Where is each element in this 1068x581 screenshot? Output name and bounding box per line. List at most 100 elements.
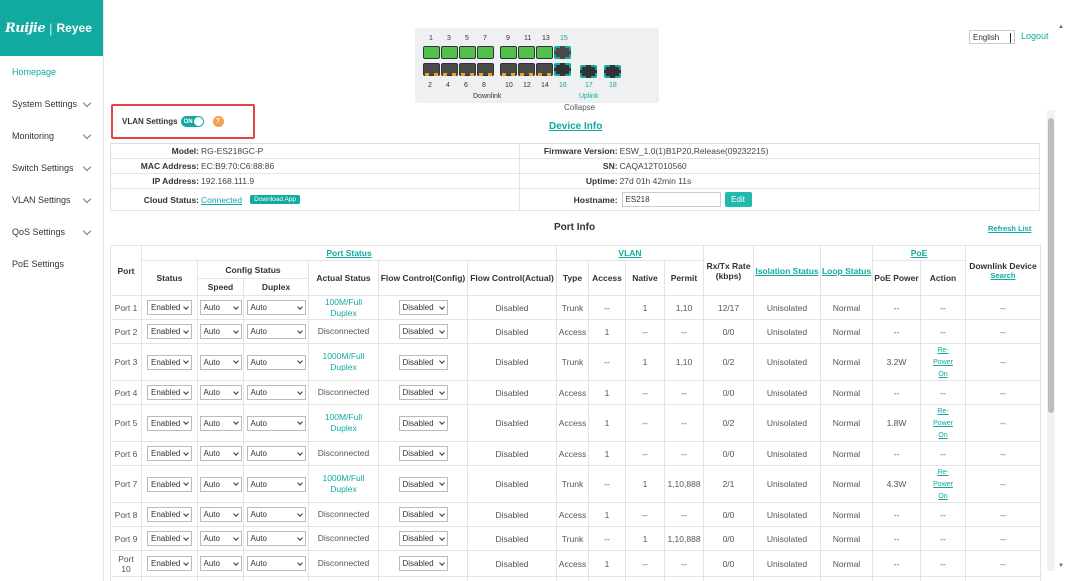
- scrollbar-thumb[interactable]: [1048, 118, 1054, 413]
- actual-status: 100M/Full Duplex: [324, 412, 363, 433]
- flow-control-select[interactable]: Disabled: [398, 531, 448, 546]
- logout-link[interactable]: Logout: [1021, 31, 1049, 41]
- switch-port-icon[interactable]: [500, 63, 517, 76]
- speed-select[interactable]: Auto: [199, 324, 242, 339]
- cloud-status-link[interactable]: Connected: [201, 195, 242, 205]
- switch-port-icon[interactable]: [500, 46, 517, 59]
- status-select[interactable]: Enabled: [147, 556, 192, 571]
- sidebar-item-vlan-settings[interactable]: VLAN Settings: [0, 184, 103, 216]
- re-power-on-link[interactable]: Re-Power On: [933, 469, 953, 500]
- col-poe[interactable]: PoE: [872, 245, 966, 261]
- table-row: Port 9 Enabled Auto Auto Disconnected Di…: [110, 526, 1041, 551]
- switch-port-icon[interactable]: [459, 46, 476, 59]
- vlan-permit: --: [681, 509, 687, 520]
- sidebar-item-label: Switch Settings: [12, 163, 74, 173]
- poe-power: --: [893, 558, 900, 569]
- flow-control-select[interactable]: Disabled: [398, 556, 448, 571]
- help-icon[interactable]: ?: [212, 116, 224, 127]
- status-select[interactable]: Enabled: [147, 385, 192, 400]
- col-loop[interactable]: Loop Status: [820, 245, 873, 296]
- speed-select[interactable]: Auto: [199, 531, 242, 546]
- select-value: Auto: [203, 388, 220, 397]
- duplex-select[interactable]: Auto: [246, 556, 306, 571]
- duplex-select[interactable]: Auto: [246, 354, 306, 370]
- vlan-toggle-switch[interactable]: ON: [180, 116, 204, 127]
- switch-port-icon[interactable]: [554, 46, 571, 59]
- speed-select[interactable]: Auto: [199, 446, 242, 461]
- vlan-access: 1: [604, 448, 610, 459]
- duplex-select[interactable]: Auto: [246, 385, 306, 400]
- sidebar-item-label: QoS Settings: [12, 227, 66, 237]
- duplex-select[interactable]: Auto: [246, 476, 306, 492]
- status-select[interactable]: Enabled: [147, 300, 192, 315]
- search-link[interactable]: Search: [966, 271, 1040, 280]
- edit-hostname-button[interactable]: Edit: [724, 192, 752, 207]
- sidebar-item-qos-settings[interactable]: QoS Settings: [0, 216, 103, 248]
- duplex-select[interactable]: Auto: [246, 446, 306, 461]
- col-port-status[interactable]: Port Status: [141, 245, 557, 261]
- switch-port-icon[interactable]: [580, 65, 597, 78]
- re-power-on-link[interactable]: Re-Power On: [933, 408, 953, 439]
- status-select[interactable]: Enabled: [147, 446, 192, 461]
- col-isolation[interactable]: Isolation Status: [753, 245, 821, 296]
- switch-port-icon[interactable]: [554, 63, 571, 76]
- switch-port-icon[interactable]: [477, 63, 494, 76]
- speed-select[interactable]: Auto: [199, 415, 242, 431]
- speed-select[interactable]: Auto: [199, 354, 242, 370]
- speed-select[interactable]: Auto: [199, 556, 242, 571]
- switch-port-icon[interactable]: [536, 63, 553, 76]
- sidebar-item-homepage[interactable]: Homepage: [0, 56, 103, 88]
- duplex-select[interactable]: Auto: [246, 415, 306, 431]
- speed-select[interactable]: Auto: [199, 385, 242, 400]
- switch-port-icon[interactable]: [459, 63, 476, 76]
- select-value: Enabled: [151, 388, 181, 397]
- switch-port-icon[interactable]: [518, 46, 535, 59]
- flow-control-select[interactable]: Disabled: [398, 476, 448, 492]
- switch-port-icon[interactable]: [536, 46, 553, 59]
- flow-control-select[interactable]: Disabled: [398, 354, 448, 370]
- re-power-on-link[interactable]: Re-Power On: [933, 347, 953, 378]
- vlan-access: 1: [604, 387, 610, 398]
- switch-port-icon[interactable]: [477, 46, 494, 59]
- duplex-select[interactable]: Auto: [246, 300, 306, 315]
- flow-control-select[interactable]: Disabled: [398, 324, 448, 339]
- download-app-button[interactable]: Download App: [250, 195, 301, 204]
- collapse-button[interactable]: Collapse: [564, 103, 595, 112]
- sidebar-item-poe-settings[interactable]: PoE Settings: [0, 248, 103, 280]
- flow-control-select[interactable]: Disabled: [398, 300, 448, 315]
- sidebar-item-system-settings[interactable]: System Settings: [0, 88, 103, 120]
- status-select[interactable]: Enabled: [147, 531, 192, 546]
- flow-control-select[interactable]: Disabled: [398, 415, 448, 431]
- language-select[interactable]: English: [969, 30, 1015, 44]
- scroll-down-arrow[interactable]: ▼: [1058, 563, 1064, 569]
- duplex-select[interactable]: Auto: [246, 324, 306, 339]
- switch-port-icon[interactable]: [441, 63, 458, 76]
- switch-port-icon[interactable]: [604, 65, 621, 78]
- device-info-title[interactable]: Device Info: [549, 121, 602, 132]
- flow-control-select[interactable]: Disabled: [398, 446, 448, 461]
- flow-control-select[interactable]: Disabled: [398, 507, 448, 522]
- vlan-access: 1: [604, 558, 610, 569]
- switch-port-icon[interactable]: [423, 46, 440, 59]
- chevron-down-icon: [183, 303, 189, 310]
- switch-port-icon[interactable]: [423, 63, 440, 76]
- duplex-select[interactable]: Auto: [246, 507, 306, 522]
- hostname-input[interactable]: ES218: [621, 192, 721, 207]
- status-select[interactable]: Enabled: [147, 324, 192, 339]
- status-select[interactable]: Enabled: [147, 507, 192, 522]
- flow-control-select[interactable]: Disabled: [398, 385, 448, 400]
- switch-port-icon[interactable]: [518, 63, 535, 76]
- sidebar-item-switch-settings[interactable]: Switch Settings: [0, 152, 103, 184]
- speed-select[interactable]: Auto: [199, 476, 242, 492]
- status-select[interactable]: Enabled: [147, 476, 192, 492]
- status-select[interactable]: Enabled: [147, 415, 192, 431]
- scroll-up-arrow[interactable]: ▲: [1058, 24, 1064, 30]
- duplex-select[interactable]: Auto: [246, 531, 306, 546]
- sidebar-item-monitoring[interactable]: Monitoring: [0, 120, 103, 152]
- col-vlan[interactable]: VLAN: [556, 245, 704, 261]
- refresh-list-link[interactable]: Refresh List: [988, 224, 1031, 233]
- switch-port-icon[interactable]: [441, 46, 458, 59]
- status-select[interactable]: Enabled: [147, 354, 192, 370]
- speed-select[interactable]: Auto: [199, 507, 242, 522]
- speed-select[interactable]: Auto: [199, 300, 242, 315]
